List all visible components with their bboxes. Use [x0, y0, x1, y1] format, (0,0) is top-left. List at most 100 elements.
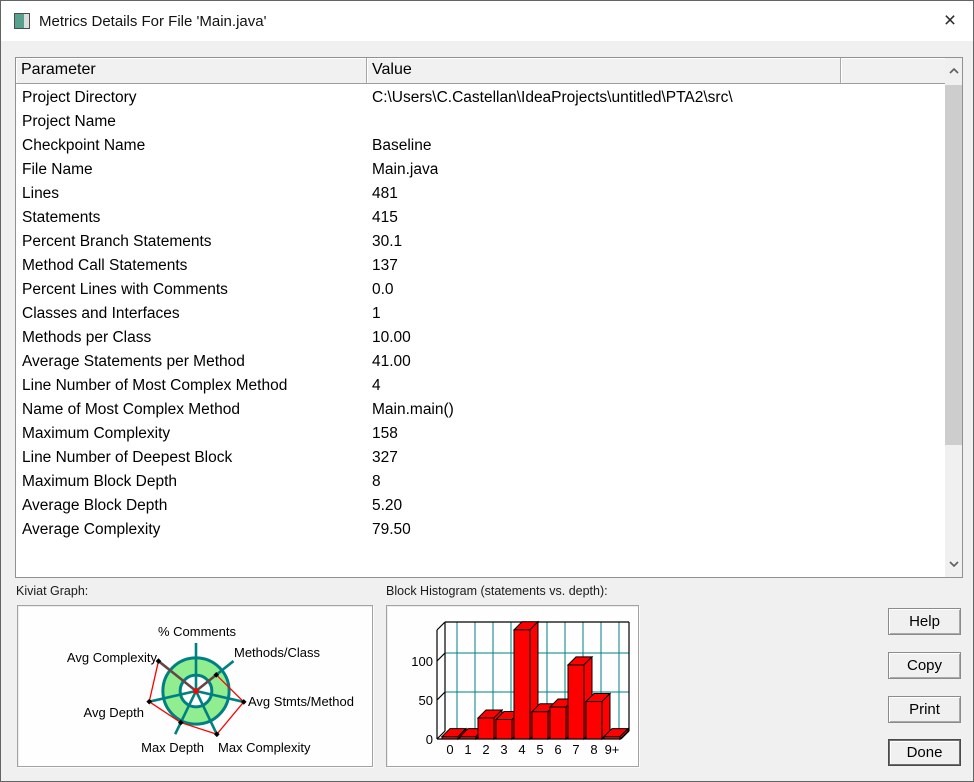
kiviat-caption: Kiviat Graph:	[16, 584, 89, 598]
table-row[interactable]: Classes and Interfaces 1	[16, 302, 945, 326]
value-cell: 30.1	[372, 233, 403, 250]
value-cell: 8	[372, 473, 381, 490]
param-cell: Project Directory	[22, 89, 137, 106]
scroll-down-button[interactable]	[945, 551, 962, 577]
param-cell: Average Block Depth	[22, 497, 168, 514]
copy-button[interactable]: Copy	[888, 652, 961, 679]
param-cell: Project Name	[22, 113, 116, 130]
param-cell: Percent Lines with Comments	[22, 281, 228, 298]
table-rows: Project Directory C:\Users\C.Castellan\Id…	[16, 84, 945, 577]
bar-front-face	[567, 664, 585, 740]
value-cell: 327	[372, 449, 398, 466]
scrollbar-thumb[interactable]	[945, 85, 962, 445]
value-cell: 41.00	[372, 353, 411, 370]
table-row[interactable]: Average Block Depth 5.20	[16, 494, 945, 518]
table-row[interactable]: Maximum Complexity 158	[16, 422, 945, 446]
table-row[interactable]: Methods per Class 10.00	[16, 326, 945, 350]
scroll-up-button[interactable]	[945, 58, 962, 84]
bar-front-face	[459, 736, 477, 740]
kiviat-radar-chart: % Comments Methods/Class Avg Stmts/Method M…	[67, 624, 354, 755]
table-row[interactable]: Line Number of Deepest Block 327	[16, 446, 945, 470]
table-row[interactable]: Maximum Block Depth 8	[16, 470, 945, 494]
help-button[interactable]: Help	[888, 608, 961, 635]
kiviat-axis-label: Avg Stmts/Method	[248, 694, 354, 709]
param-cell: Checkpoint Name	[22, 137, 146, 154]
value-cell: C:\Users\C.Castellan\IdeaProjects\untitl…	[372, 89, 733, 106]
y-tick-label: 50	[419, 693, 433, 708]
param-cell: Name of Most Complex Method	[22, 401, 240, 418]
x-tick-label: 2	[482, 742, 489, 757]
value-cell: 137	[372, 257, 398, 274]
bar-front-face	[495, 719, 513, 740]
kiviat-graph: % Comments Methods/Class Avg Stmts/Method M…	[17, 605, 373, 767]
x-tick-label: 8	[590, 742, 597, 757]
kiviat-axis-label: Avg Depth	[84, 705, 144, 720]
param-cell: Methods per Class	[22, 329, 152, 346]
x-tick-label: 5	[536, 742, 543, 757]
chevron-down-icon	[948, 561, 959, 567]
kiviat-axis-label: Max Complexity	[218, 740, 311, 755]
histogram-chart: 0501000 1 2 3 4 5 6 7 8 9+	[411, 620, 630, 757]
table-row[interactable]: Lines 481	[16, 182, 945, 206]
value-cell: 415	[372, 209, 398, 226]
table-row[interactable]: Percent Lines with Comments 0.0	[16, 278, 945, 302]
bar-front-face	[477, 717, 495, 740]
value-cell: 4	[372, 377, 381, 394]
table-row[interactable]: Percent Branch Statements 30.1	[16, 230, 945, 254]
value-cell: Main.java	[372, 161, 439, 178]
table-row[interactable]: Method Call Statements 137	[16, 254, 945, 278]
y-tick-label: 100	[411, 654, 433, 669]
table-row[interactable]: Average Complexity 79.50	[16, 518, 945, 542]
table-row[interactable]: Project Name	[16, 110, 945, 134]
param-cell: Line Number of Deepest Block	[22, 449, 233, 466]
vertical-scrollbar[interactable]	[945, 58, 962, 577]
value-cell: 1	[372, 305, 381, 322]
y-tick	[436, 691, 446, 701]
table-row[interactable]: Checkpoint Name Baseline	[16, 134, 945, 158]
table-header-value[interactable]: Value	[367, 58, 841, 84]
param-cell: Method Call Statements	[22, 257, 188, 274]
x-tick-label: 3	[500, 742, 507, 757]
param-cell: File Name	[22, 161, 93, 178]
kiviat-center-marker	[193, 688, 199, 694]
table-header-parameter[interactable]: Parameter	[16, 58, 367, 84]
table-row[interactable]: Name of Most Complex Method Main.main()	[16, 398, 945, 422]
metrics-table: Parameter Value Project Directory C:\User…	[15, 57, 963, 578]
param-cell: Maximum Block Depth	[22, 473, 178, 490]
table-row[interactable]: Average Statements per Method 41.00	[16, 350, 945, 374]
bar-front-face	[513, 629, 531, 740]
param-cell: Classes and Interfaces	[22, 305, 180, 322]
value-cell: 158	[372, 425, 398, 442]
value-cell: 5.20	[372, 497, 403, 514]
table-row[interactable]: Line Number of Most Complex Method 4	[16, 374, 945, 398]
x-tick-label: 7	[572, 742, 579, 757]
x-tick-label: 4	[518, 742, 525, 757]
kiviat-axis-label: % Comments	[158, 624, 237, 639]
metrics-details-dialog: Metrics Details For File 'Main.java' × P…	[0, 0, 974, 782]
table-header-empty	[841, 58, 945, 84]
param-cell: Average Statements per Method	[22, 353, 245, 370]
title-bar[interactable]: Metrics Details For File 'Main.java' ×	[1, 1, 973, 41]
scrollbar-track[interactable]	[945, 84, 962, 551]
done-button[interactable]: Done	[888, 739, 961, 766]
y-tick	[436, 652, 446, 662]
app-icon	[14, 13, 30, 29]
x-tick-label: 0	[446, 742, 453, 757]
print-button[interactable]: Print	[888, 696, 961, 723]
x-tick-label: 9+	[605, 742, 620, 757]
bar-front-face	[441, 736, 459, 740]
histogram-bar	[584, 692, 612, 741]
table-row[interactable]: Statements 415	[16, 206, 945, 230]
bar-front-face	[585, 701, 603, 740]
value-cell: 481	[372, 185, 398, 202]
table-header: Parameter Value	[16, 58, 945, 84]
x-tick-label: 1	[464, 742, 471, 757]
param-cell: Line Number of Most Complex Method	[22, 377, 288, 394]
value-cell: Main.main()	[372, 401, 454, 418]
bar-front-face	[549, 706, 567, 740]
table-row[interactable]: File Name Main.java	[16, 158, 945, 182]
bar-front-face	[603, 736, 621, 740]
close-button[interactable]: ×	[927, 1, 973, 41]
metrics-table-main: Parameter Value Project Directory C:\User…	[16, 58, 945, 577]
table-row[interactable]: Project Directory C:\Users\C.Castellan\Id…	[16, 86, 945, 110]
